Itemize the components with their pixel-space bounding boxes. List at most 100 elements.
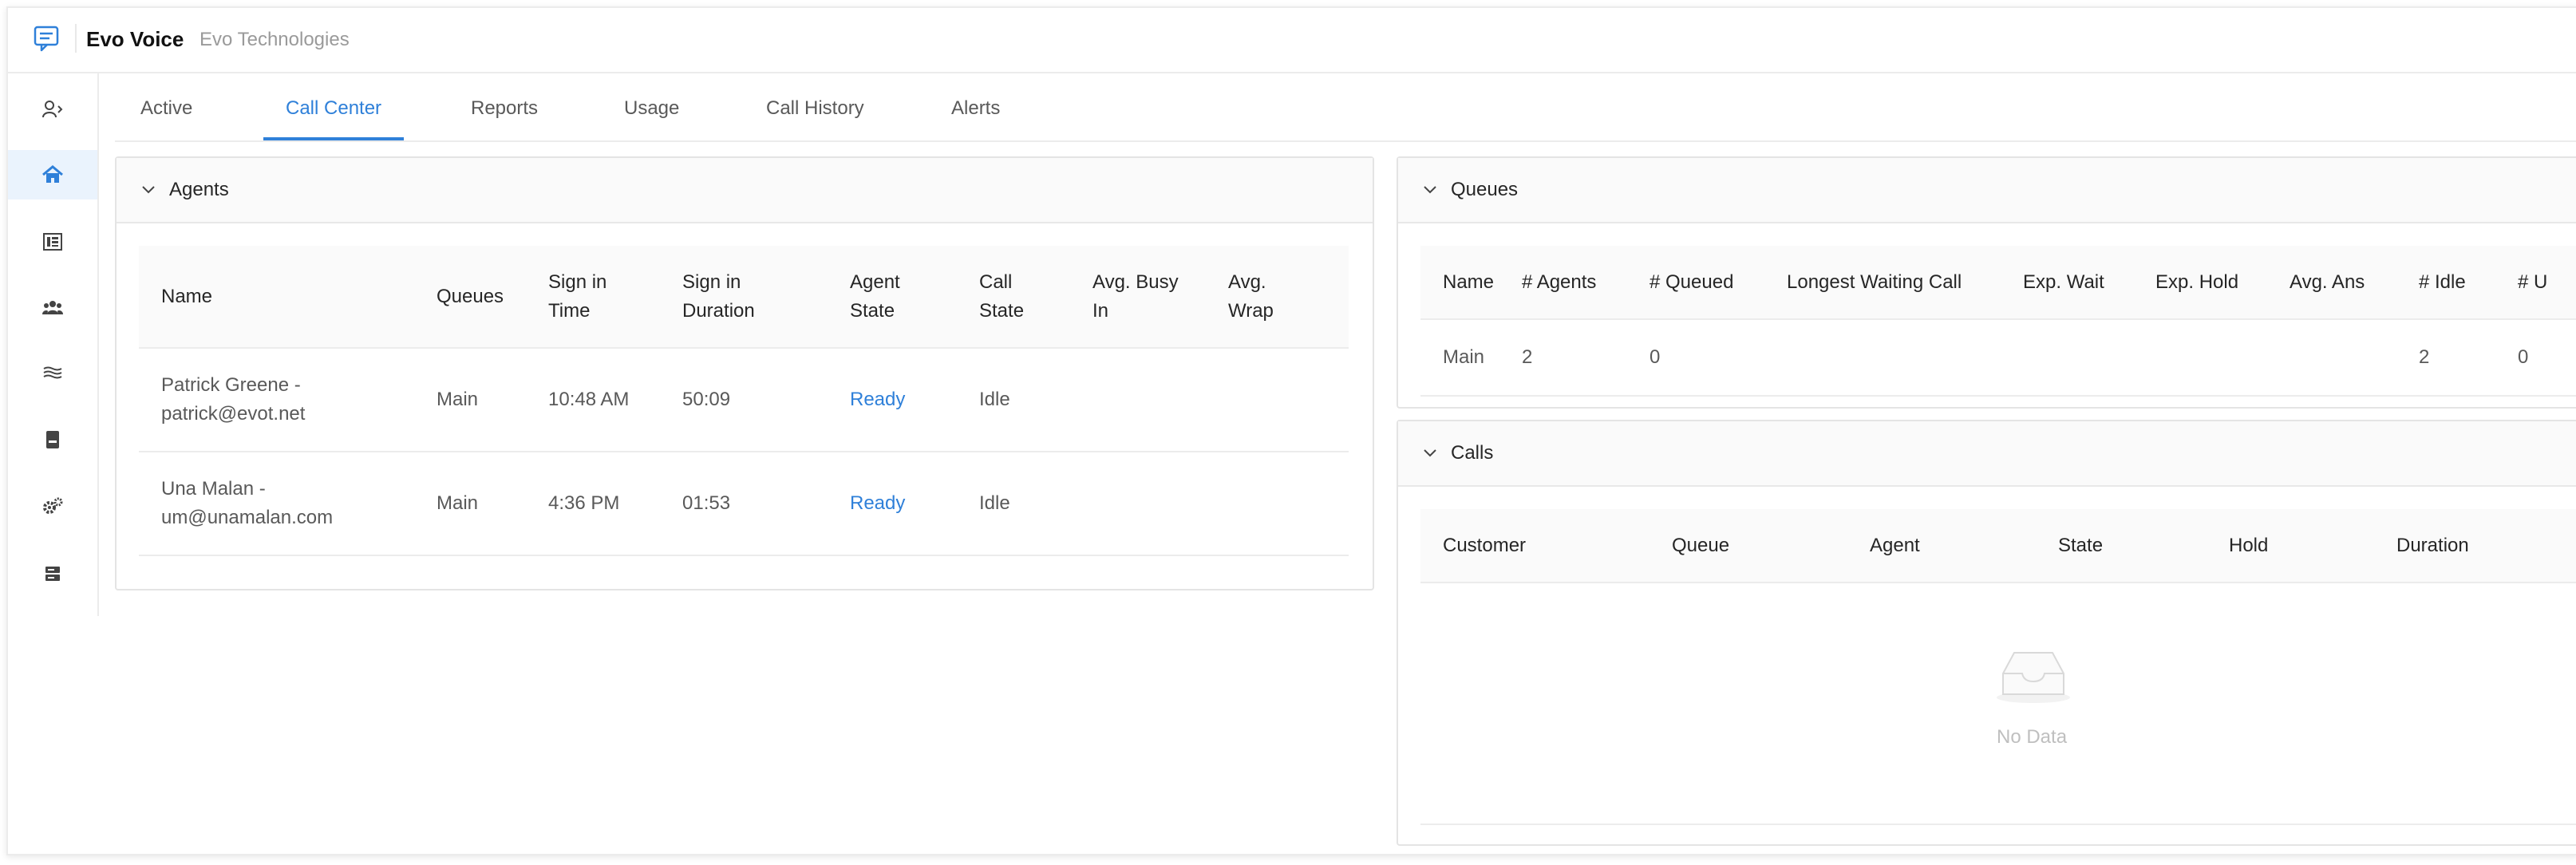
column-header-agent[interactable]: Agent: [1869, 509, 2057, 583]
phone-book-icon: [46, 431, 59, 448]
agent-queues-cell: Main: [437, 389, 479, 410]
column-header-name[interactable]: Name: [139, 246, 436, 348]
calls-table-bottom-border: [1420, 824, 2576, 825]
active-tab-indicator: [263, 137, 404, 140]
chevron-down-icon: [1424, 449, 1436, 457]
column-header-idle[interactable]: # Idle: [2418, 246, 2517, 319]
queues-table: Name # Agents # Queued Longest Waiting C…: [1420, 246, 2576, 397]
tab-usage[interactable]: Usage: [624, 97, 679, 120]
agents-panel-title: Agents: [169, 179, 229, 200]
avg-busy-in-cell: [1092, 348, 1227, 452]
agents-table: Name Queues Sign in Time Sign in Duration …: [139, 246, 1349, 556]
queue-idle-cell: 2: [2419, 346, 2430, 368]
column-header-exp-hold[interactable]: Exp. Hold: [2155, 246, 2289, 319]
queues-panel: Queues Name # Agents # Queued Longest Wa…: [1397, 156, 2576, 409]
column-header-duration[interactable]: Duration: [2396, 509, 2576, 583]
column-header-truncated[interactable]: # U: [2517, 246, 2576, 319]
queues-header-row: Name # Agents # Queued Longest Waiting C…: [1420, 246, 2576, 319]
column-header-avg-wrap[interactable]: Avg. Wrap: [1227, 246, 1349, 348]
queues-panel-title: Queues: [1451, 179, 1519, 200]
agent-name-cell: Una Malan - um@unamalan.com: [161, 478, 334, 528]
agent-sign-in-time-cell: 4:36 PM: [548, 492, 620, 514]
table-row[interactable]: Main 2 0 2 0: [1420, 319, 2576, 396]
chevron-down-icon: [1424, 186, 1436, 194]
column-header-customer[interactable]: Customer: [1420, 509, 1671, 583]
column-header-call-state[interactable]: Call State: [978, 246, 1092, 348]
column-header-avg-busy-in[interactable]: Avg. Busy In: [1092, 246, 1227, 348]
calls-table: Customer Queue Agent State Hold Duration: [1420, 509, 2576, 583]
column-header-queued[interactable]: # Queued: [1649, 246, 1786, 319]
agent-state-link[interactable]: Ready: [849, 452, 978, 555]
sidebar-item-settings[interactable]: [8, 482, 97, 531]
sidebar-item-server[interactable]: [8, 549, 97, 598]
sidebar-item-dashboard[interactable]: [8, 217, 97, 267]
flows-icon: [43, 366, 62, 379]
sidebar: [8, 73, 99, 616]
users-icon: [42, 301, 63, 314]
agents-panel: Agents Name Queues Sign in Time Sign in Du…: [115, 156, 1374, 590]
user-switch-icon: [42, 101, 63, 118]
organization-name: Evo Technologies: [200, 29, 350, 50]
queue-exp-hold-cell: [2155, 319, 2289, 396]
app-title: Evo Voice: [86, 27, 184, 51]
server-icon: [45, 567, 60, 581]
queue-avg-ans-cell: [2289, 319, 2418, 396]
tab-bar: Active Call Center Reports Usage Call Hi…: [115, 73, 2576, 142]
agent-sign-in-duration-cell: 50:09: [682, 389, 731, 410]
tab-call-center[interactable]: Call Center: [286, 97, 381, 120]
calls-header-row: Customer Queue Agent State Hold Duration: [1420, 509, 2576, 583]
app-header: Evo Voice Evo Technologies: [8, 8, 2576, 73]
column-header-queues[interactable]: Queues: [436, 246, 547, 348]
agents-panel-header[interactable]: Agents: [117, 158, 1373, 223]
chat-icon[interactable]: [30, 22, 62, 54]
queue-name-cell: Main: [1443, 346, 1485, 368]
column-header-state[interactable]: State: [2057, 509, 2228, 583]
tab-call-history[interactable]: Call History: [766, 97, 864, 120]
settings-icon: [43, 497, 63, 514]
column-header-name[interactable]: Name: [1420, 246, 1521, 319]
column-header-agent-state[interactable]: Agent State: [849, 246, 978, 348]
call-state-cell: Idle: [979, 389, 1010, 410]
queue-agents-cell: 2: [1522, 346, 1533, 368]
calls-panel: Calls Customer Queue Agent State Hold Du…: [1397, 420, 2576, 846]
sidebar-item-phone-book[interactable]: [8, 415, 97, 464]
sidebar-item-home[interactable]: [8, 150, 97, 199]
queue-truncated-cell: 0: [2518, 346, 2529, 368]
agent-sign-in-time-cell: 10:48 AM: [548, 389, 630, 410]
table-row[interactable]: Patrick Greene - patrick@evot.net Main 10…: [139, 348, 1349, 452]
agent-state-link[interactable]: Ready: [849, 348, 978, 452]
sidebar-item-users[interactable]: [8, 282, 97, 332]
queue-queued-cell: 0: [1650, 346, 1661, 368]
call-state-cell: Idle: [979, 492, 1010, 514]
calls-panel-header[interactable]: Calls: [1398, 421, 2576, 487]
column-header-longest-waiting-call[interactable]: Longest Waiting Call: [1786, 246, 2022, 319]
column-header-exp-wait[interactable]: Exp. Wait: [2022, 246, 2155, 319]
chevron-down-icon: [142, 186, 155, 194]
header-divider: [75, 24, 77, 53]
agent-queues-cell: Main: [437, 492, 479, 514]
sidebar-item-switch-user[interactable]: [8, 85, 97, 134]
app-window: Evo Voice Evo Technologies Active Call C…: [6, 6, 2576, 855]
sidebar-item-flows[interactable]: [8, 348, 97, 397]
column-header-sign-in-time[interactable]: Sign in Time: [547, 246, 682, 348]
agent-sign-in-duration-cell: 01:53: [682, 492, 731, 514]
inbox-icon: [1997, 652, 2070, 703]
queues-panel-header[interactable]: Queues: [1398, 158, 2576, 223]
column-header-queue[interactable]: Queue: [1671, 509, 1869, 583]
column-header-hold[interactable]: Hold: [2228, 509, 2396, 583]
column-header-agents[interactable]: # Agents: [1521, 246, 1649, 319]
home-icon: [42, 165, 63, 183]
table-row[interactable]: Una Malan - um@unamalan.com Main 4:36 PM …: [139, 452, 1349, 555]
dashboard-icon: [43, 233, 62, 251]
column-header-sign-in-duration[interactable]: Sign in Duration: [682, 246, 849, 348]
tab-active[interactable]: Active: [140, 97, 192, 120]
agent-name-cell: Patrick Greene - patrick@evot.net: [161, 374, 306, 425]
avg-wrap-cell: [1227, 452, 1349, 555]
tab-reports[interactable]: Reports: [471, 97, 538, 120]
column-header-avg-ans[interactable]: Avg. Ans: [2289, 246, 2418, 319]
tab-alerts[interactable]: Alerts: [951, 97, 1000, 120]
avg-wrap-cell: [1227, 348, 1349, 452]
avg-busy-in-cell: [1092, 452, 1227, 555]
queue-longest-waiting-cell: [1786, 319, 2022, 396]
agents-header-row: Name Queues Sign in Time Sign in Duration …: [139, 246, 1349, 348]
